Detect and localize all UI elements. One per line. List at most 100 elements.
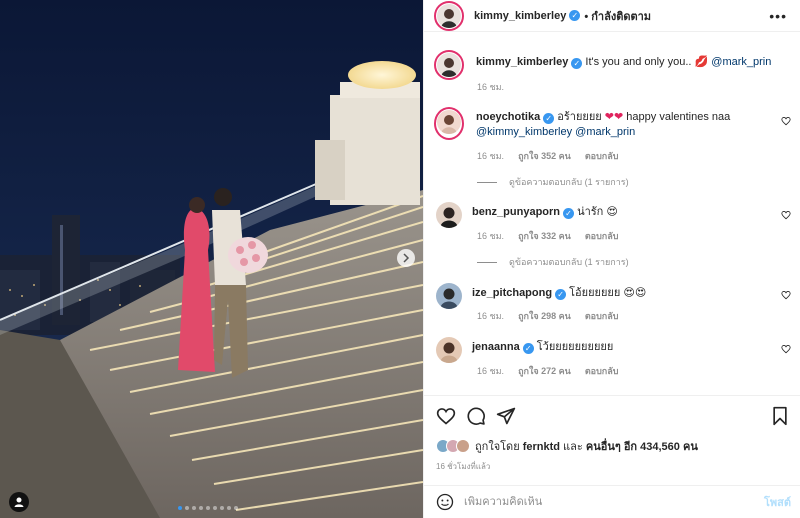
- next-arrow-icon[interactable]: [397, 249, 415, 267]
- like-comment-heart-icon[interactable]: [781, 210, 791, 220]
- caption-username[interactable]: kimmy_kimberley: [476, 56, 568, 68]
- comment-username[interactable]: ize_pitchapong: [472, 287, 552, 299]
- carousel-dot: [178, 506, 182, 510]
- emoji-icon[interactable]: [436, 493, 454, 511]
- comment-text: อร้ายยยย: [557, 111, 602, 123]
- liked-by-prefix: ถูกใจโดย: [475, 441, 520, 453]
- verified-icon: ✓: [543, 113, 555, 124]
- post-header: kimmy_kimberley ✓ • กำลังติดตาม •••: [424, 0, 800, 32]
- verified-icon: ✓: [569, 10, 581, 21]
- avatar[interactable]: [436, 202, 462, 228]
- carousel-dot: [206, 506, 210, 510]
- comment-meta: 16 ชม. ถูกใจ 332 คน ตอบกลับ: [477, 229, 618, 243]
- comment-time: 16 ชม.: [477, 231, 505, 241]
- liked-by-text[interactable]: ถูกใจโดย fernktd และ คนอื่นๆ อีก 434,560…: [475, 437, 698, 455]
- share-icon[interactable]: [496, 406, 516, 426]
- avatar[interactable]: [437, 110, 461, 134]
- comment-time: 16 ชม.: [477, 366, 505, 376]
- comment-username[interactable]: jenaanna: [472, 341, 520, 353]
- view-replies-button[interactable]: ดูข้อความตอบกลับ (1 รายการ): [477, 175, 629, 189]
- comment-likes[interactable]: ถูกใจ 332 คน: [518, 229, 571, 243]
- post-actions: ถูกใจโดย fernktd และ คนอื่นๆ อีก 434,560…: [424, 395, 800, 495]
- follow-status[interactable]: • กำลังติดตาม: [584, 7, 651, 25]
- post-image: [0, 0, 423, 518]
- post-photo[interactable]: [0, 0, 423, 518]
- reply-button[interactable]: ตอบกลับ: [585, 229, 619, 243]
- red-heart-emoji-icon: ❤❤: [604, 111, 624, 123]
- caption-avatar-ring[interactable]: [434, 50, 464, 80]
- post-comment-button[interactable]: โพสต์: [764, 493, 791, 511]
- reply-button[interactable]: ตอบกลับ: [585, 149, 619, 163]
- caption-mention[interactable]: @mark_prin: [711, 56, 771, 68]
- comment-text-2: happy valentines naa: [626, 111, 731, 123]
- liked-by-others[interactable]: คนอื่นๆ อีก 434,560 คน: [586, 441, 698, 453]
- add-comment-bar: โพสต์: [424, 485, 800, 518]
- carousel-dots: [178, 506, 238, 510]
- caption-time: 16 ชม.: [477, 82, 505, 92]
- like-comment-heart-icon[interactable]: [781, 116, 791, 126]
- comment-username[interactable]: noeychotika: [476, 111, 540, 123]
- carousel-dot: [192, 506, 196, 510]
- carousel-dot: [213, 506, 217, 510]
- comment-likes[interactable]: ถูกใจ 352 คน: [518, 149, 571, 163]
- profile-avatar-ring[interactable]: [434, 0, 464, 31]
- save-icon[interactable]: [771, 406, 789, 426]
- liked-by-user[interactable]: fernktd: [523, 441, 560, 453]
- comment-text: โว้ยยยยยยยยยย: [536, 341, 614, 353]
- lips-emoji-icon: 💋: [694, 56, 709, 68]
- list-item: jenaanna ✓ โว้ยยยยยยยยยย: [434, 337, 794, 363]
- more-icon[interactable]: •••: [769, 8, 787, 24]
- list-item: noeychotika ✓ อร้ายยยย ❤❤ happy valentine…: [434, 107, 794, 140]
- reply-button[interactable]: ตอบกลับ: [585, 309, 619, 323]
- verified-icon: ✓: [571, 58, 583, 69]
- header-username[interactable]: kimmy_kimberley: [474, 10, 566, 22]
- comment-text: โอ้ยยยยยย: [569, 287, 621, 299]
- divider: [477, 181, 497, 183]
- carousel-dot: [234, 506, 238, 510]
- comment-avatar-ring[interactable]: [434, 107, 464, 140]
- view-replies-label: ดูข้อความตอบกลับ (1 รายการ): [509, 257, 629, 267]
- post-sidebar: kimmy_kimberley ✓ • กำลังติดตาม ••• kimm…: [423, 0, 800, 518]
- verified-icon: ✓: [563, 208, 575, 219]
- tag-user-icon[interactable]: [9, 492, 29, 512]
- comment-time: 16 ชม.: [477, 151, 505, 161]
- comment-input[interactable]: [464, 496, 734, 508]
- liked-by-middle: และ: [563, 441, 583, 453]
- list-item: ize_pitchapong ✓ โอ้ยยยยยย 😍😍: [434, 283, 794, 309]
- comment-meta: 16 ชม. ถูกใจ 272 คน ตอบกลับ: [477, 364, 618, 378]
- liked-by: ถูกใจโดย fernktd และ คนอื่นๆ อีก 434,560…: [436, 437, 698, 455]
- carousel-dot: [185, 506, 189, 510]
- caption: kimmy_kimberley ✓ It's you and only you..…: [434, 50, 794, 80]
- avatar[interactable]: [436, 337, 462, 363]
- comment-icon[interactable]: [466, 406, 486, 426]
- carousel-dot: [220, 506, 224, 510]
- reply-button[interactable]: ตอบกลับ: [585, 364, 619, 378]
- heart-eyes-emoji-icon: 😍😍: [623, 287, 647, 299]
- divider: [477, 261, 497, 263]
- verified-icon: ✓: [522, 343, 534, 354]
- heart-icon[interactable]: [436, 406, 456, 426]
- avatar[interactable]: [437, 53, 461, 77]
- comment-meta: 16 ชม. ถูกใจ 352 คน ตอบกลับ: [477, 149, 618, 163]
- avatar[interactable]: [437, 3, 461, 28]
- avatar[interactable]: [436, 283, 462, 309]
- comment-text: น่ารัก: [577, 206, 604, 218]
- comment-username[interactable]: benz_punyaporn: [472, 206, 560, 218]
- list-item: benz_punyaporn ✓ น่ารัก 😍: [434, 202, 794, 228]
- like-comment-heart-icon[interactable]: [781, 344, 791, 354]
- avatar[interactable]: [456, 439, 470, 453]
- comment-meta: 16 ชม. ถูกใจ 298 คน ตอบกลับ: [477, 309, 618, 323]
- comment-time: 16 ชม.: [477, 311, 505, 321]
- post-time: 16 ชั่วโมงที่แล้ว: [436, 462, 491, 471]
- comment-likes[interactable]: ถูกใจ 272 คน: [518, 364, 571, 378]
- comment-mentions[interactable]: @kimmy_kimberley @mark_prin: [476, 126, 635, 138]
- view-replies-button[interactable]: ดูข้อความตอบกลับ (1 รายการ): [477, 255, 629, 269]
- comment-likes[interactable]: ถูกใจ 298 คน: [518, 309, 571, 323]
- carousel-dot: [227, 506, 231, 510]
- heart-eyes-emoji-icon: 😍: [606, 206, 618, 218]
- verified-icon: ✓: [555, 289, 567, 300]
- view-replies-label: ดูข้อความตอบกลับ (1 รายการ): [509, 177, 629, 187]
- carousel-dot: [199, 506, 203, 510]
- caption-meta: 16 ชม.: [477, 80, 504, 94]
- like-comment-heart-icon[interactable]: [781, 290, 791, 300]
